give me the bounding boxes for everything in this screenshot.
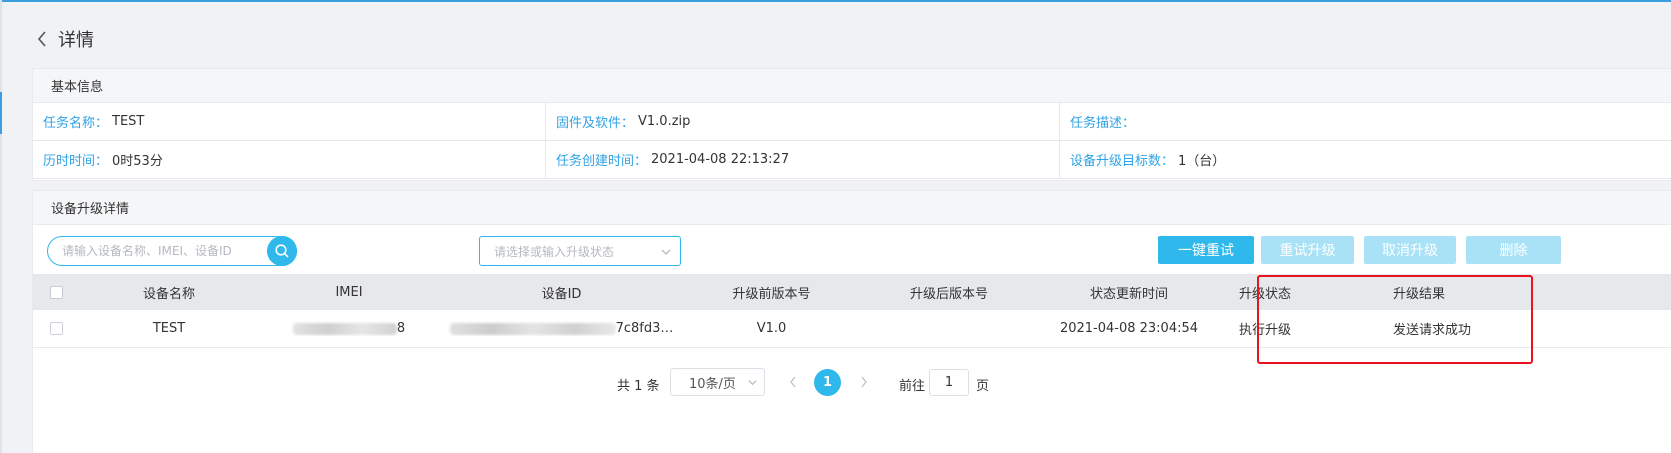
next-page-button[interactable] — [855, 372, 873, 392]
goto-page-input[interactable] — [929, 369, 969, 396]
table-header: 设备名称 IMEI 设备ID 升级前版本号 升级后版本号 状态更新时间 升级状态… — [33, 274, 1671, 310]
device-id-visible-part: 7c8fd3… — [615, 321, 674, 336]
info-label: 任务名称： — [43, 116, 109, 131]
retry-upgrade-button[interactable]: 重试升级 — [1261, 236, 1354, 264]
imei-visible-part: 8 — [396, 321, 406, 336]
info-label: 固件及软件： — [556, 116, 635, 131]
chevron-right-icon — [861, 376, 867, 388]
redacted-device-id — [449, 322, 616, 335]
pagination: 共 1 条 10条/页 1 前往 页 — [33, 368, 1671, 398]
info-duration: 历时时间： 0时53分 — [33, 141, 546, 179]
cell-upgrade-result: 发送请求成功 — [1393, 323, 1472, 338]
pagination-total: 共 1 条 — [617, 379, 660, 394]
column-header: 升级后版本号 — [909, 286, 988, 302]
info-value: 2021-04-08 22:13:27 — [651, 152, 790, 167]
cell-device-name: TEST — [152, 321, 186, 336]
delete-button[interactable]: 删除 — [1466, 236, 1561, 264]
info-value: 1（台） — [1178, 154, 1226, 169]
column-header: IMEI — [335, 284, 363, 300]
info-label: 历时时间： — [43, 154, 109, 169]
basic-info-card: 基本信息 任务名称： TEST 固件及软件： V1.0.zip 任务描述： 历时… — [32, 68, 1671, 181]
info-value: V1.0.zip — [638, 114, 691, 129]
retry-all-button[interactable]: 一键重试 — [1158, 236, 1254, 264]
cell-device-id: 7c8fd3… — [439, 321, 684, 336]
status-select-placeholder: 请选择或输入升级状态 — [494, 244, 615, 259]
info-created-time: 任务创建时间： 2021-04-08 22:13:27 — [546, 141, 1060, 179]
select-all-checkbox[interactable] — [49, 285, 63, 299]
info-value: 0时53分 — [112, 154, 163, 169]
info-label: 任务描述： — [1070, 116, 1136, 131]
row-checkbox-cell — [33, 322, 79, 335]
column-header: 升级前版本号 — [732, 286, 811, 302]
upgrade-table: 设备名称 IMEI 设备ID 升级前版本号 升级后版本号 状态更新时间 升级状态… — [33, 274, 1671, 348]
cell-imei: 8 — [259, 321, 439, 336]
goto-unit: 页 — [976, 379, 990, 394]
chevron-down-icon — [748, 380, 757, 386]
info-label: 设备升级目标数： — [1070, 154, 1175, 169]
search-box — [47, 236, 297, 266]
search-input[interactable] — [48, 237, 268, 265]
info-firmware: 固件及软件： V1.0.zip — [546, 103, 1060, 141]
page-size-value: 10条/页 — [689, 376, 736, 392]
column-header: 设备名称 — [142, 286, 195, 302]
detail-toolbar: 请选择或输入升级状态 一键重试 重试升级 取消升级 删除 — [33, 225, 1671, 277]
info-value: TEST — [112, 114, 145, 129]
upgrade-detail-title: 设备升级详情 — [33, 191, 1671, 225]
page-header: 详情 — [32, 26, 94, 52]
column-header: 升级结果 — [1393, 286, 1446, 302]
page-size-select[interactable]: 10条/页 — [670, 368, 765, 396]
page-number-current[interactable]: 1 — [814, 369, 841, 396]
search-icon — [275, 244, 289, 258]
redacted-imei — [292, 322, 397, 335]
cell-update-time: 2021-04-08 23:04:54 — [1059, 321, 1199, 336]
cell-prev-version: V1.0 — [756, 321, 787, 336]
upgrade-detail-card: 设备升级详情 请选择或输入升级状态 一键重试 重试升级 取消升级 删除 设备名称… — [32, 190, 1671, 453]
header-checkbox-cell — [33, 285, 79, 299]
basic-info-grid: 任务名称： TEST 固件及软件： V1.0.zip 任务描述： 历时时间： 0… — [33, 103, 1671, 179]
table-row: TEST 8 7c8fd3… V1.0 2021-04-08 23:04:54 … — [33, 310, 1671, 348]
row-checkbox[interactable] — [49, 322, 63, 335]
search-button[interactable] — [267, 236, 297, 266]
basic-info-title: 基本信息 — [33, 69, 1671, 103]
cancel-upgrade-button[interactable]: 取消升级 — [1364, 236, 1456, 264]
info-task-description: 任务描述： — [1060, 103, 1671, 141]
column-header: 状态更新时间 — [1089, 286, 1168, 302]
column-header: 升级状态 — [1239, 286, 1292, 302]
column-header: 设备ID — [541, 286, 582, 302]
chevron-down-icon — [661, 249, 671, 255]
info-task-name: 任务名称： TEST — [33, 103, 546, 141]
chevron-left-icon — [790, 376, 796, 388]
info-target-count: 设备升级目标数： 1（台） — [1060, 141, 1671, 179]
page-title: 详情 — [58, 30, 94, 51]
goto-label: 前往 — [899, 379, 926, 394]
prev-page-button[interactable] — [784, 372, 802, 392]
page: 详情 基本信息 任务名称： TEST 固件及软件： V1.0.zip 任务描述：… — [2, 2, 1671, 453]
status-select[interactable]: 请选择或输入升级状态 — [479, 236, 681, 266]
back-chevron-icon[interactable] — [32, 26, 52, 52]
info-label: 任务创建时间： — [556, 154, 648, 169]
cell-upgrade-status: 执行升级 — [1239, 323, 1292, 338]
